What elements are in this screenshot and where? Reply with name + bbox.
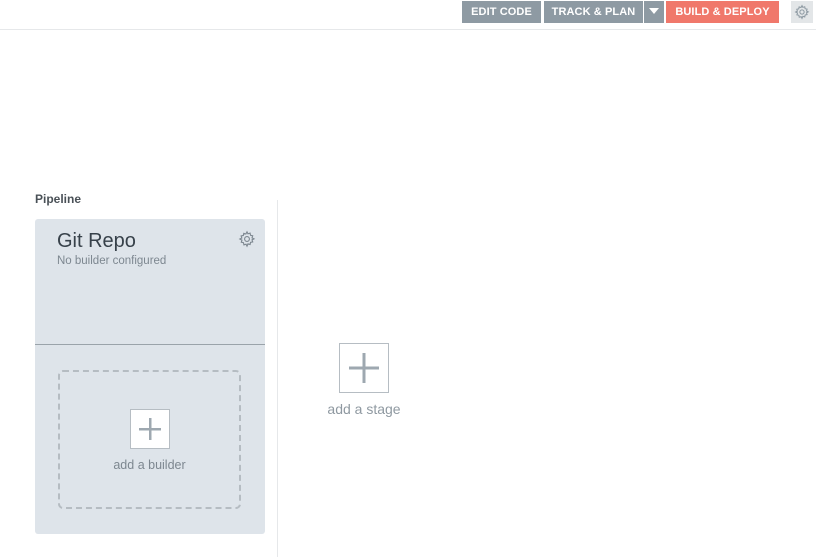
- caret-down-icon: [649, 8, 659, 15]
- add-builder-label: add a builder: [113, 458, 186, 472]
- plus-icon: [139, 418, 161, 440]
- gear-icon: [238, 230, 256, 248]
- stage-title: Git Repo: [57, 230, 136, 252]
- track-plan-dropdown[interactable]: [644, 1, 664, 23]
- build-deploy-button[interactable]: BUILD & DEPLOY: [666, 1, 779, 23]
- stage-settings-button[interactable]: [238, 230, 256, 248]
- add-stage-button[interactable]: [339, 343, 389, 393]
- plus-icon: [349, 353, 379, 383]
- add-builder-button[interactable]: [130, 409, 170, 449]
- stage-divider: [35, 344, 265, 345]
- pipeline-heading: Pipeline: [35, 192, 82, 206]
- stage-column-divider: [277, 200, 278, 557]
- add-stage-label[interactable]: add a stage: [314, 401, 414, 417]
- top-toolbar: EDIT CODE TRACK & PLAN BUILD & DEPLOY: [0, 0, 816, 30]
- gear-icon: [794, 4, 810, 20]
- stage-card-git-repo: Git Repo No builder configured add a bui…: [35, 219, 265, 534]
- edit-code-button[interactable]: EDIT CODE: [462, 1, 541, 23]
- settings-button[interactable]: [791, 1, 813, 23]
- add-builder-dropzone[interactable]: add a builder: [58, 370, 241, 509]
- track-plan-button[interactable]: TRACK & PLAN: [544, 1, 643, 23]
- stage-subtitle: No builder configured: [57, 255, 167, 267]
